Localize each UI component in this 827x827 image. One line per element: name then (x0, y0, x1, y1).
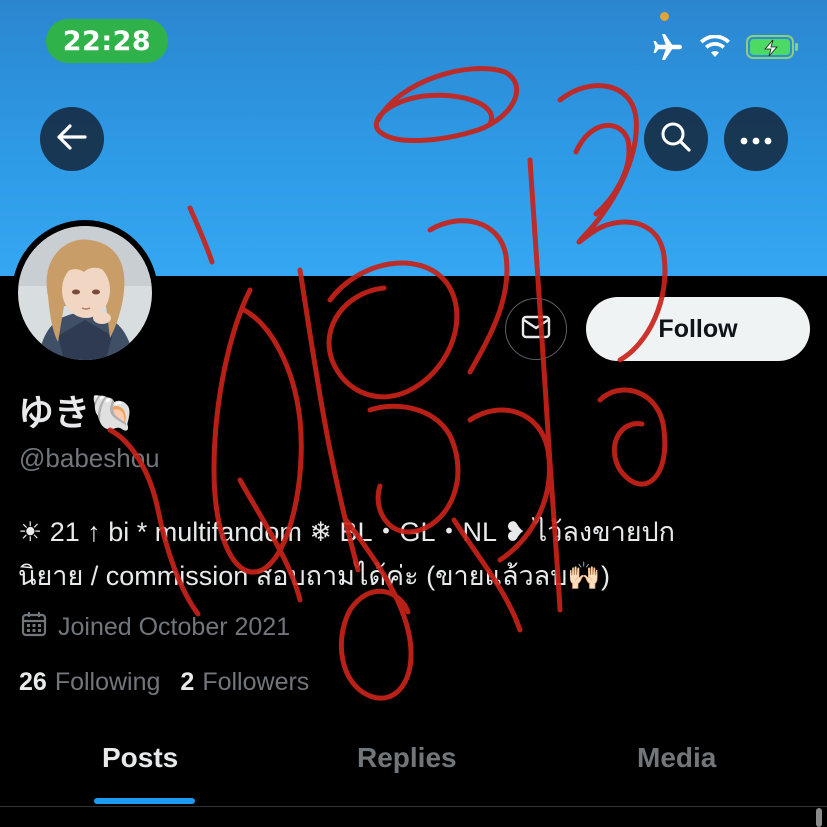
joined-text: Joined October 2021 (58, 612, 291, 641)
more-button[interactable] (724, 107, 788, 171)
message-button[interactable] (505, 298, 567, 360)
status-time: 22:28 (46, 19, 168, 63)
user-handle: @babeshou (19, 443, 160, 473)
tab-posts[interactable]: Posts (102, 742, 178, 774)
avatar[interactable] (12, 220, 158, 366)
calendar-icon (20, 610, 48, 645)
avatar-image (18, 226, 152, 360)
tab-media[interactable]: Media (637, 742, 716, 774)
bio-line-1: ☀ 21 ↑ bi * multifandom ❄ BL・GL・NL ❥ ไว้… (18, 517, 676, 547)
status-icons (652, 33, 800, 65)
active-tab-indicator (94, 798, 195, 804)
following-label: Following (54, 668, 161, 696)
scrollbar[interactable] (816, 808, 822, 827)
followers-count: 2 (180, 668, 195, 696)
profile-bio: ☀ 21 ↑ bi * multifandom ❄ BL・GL・NL ❥ ไว้… (18, 510, 808, 598)
follow-button[interactable]: Follow (586, 297, 810, 361)
follow-stats: 26 Following 2 Followers (19, 668, 309, 697)
following-count: 26 (19, 668, 47, 696)
envelope-icon (521, 315, 551, 343)
back-button[interactable] (40, 107, 104, 171)
privacy-indicator-dot (660, 12, 669, 21)
search-button[interactable] (644, 107, 708, 171)
tab-replies[interactable]: Replies (357, 742, 457, 774)
followers-link[interactable]: 2 Followers (180, 668, 309, 697)
battery-charging-icon (746, 34, 800, 64)
profile-tabs: Posts Replies Media (0, 730, 827, 806)
wifi-icon (700, 34, 730, 63)
more-icon (740, 130, 772, 149)
arrow-left-icon (57, 124, 87, 154)
joined-date: Joined October 2021 (20, 610, 290, 644)
following-link[interactable]: 26 Following (19, 668, 160, 697)
search-icon (660, 121, 692, 157)
display-name: ゆき🐚 (18, 393, 135, 434)
airplane-icon (652, 33, 684, 65)
followers-label: Followers (202, 668, 310, 696)
bio-line-2: นิยาย / commission สอบถามได้ค่ะ (ขายแล้ว… (18, 561, 610, 591)
tabs-divider (0, 806, 827, 807)
